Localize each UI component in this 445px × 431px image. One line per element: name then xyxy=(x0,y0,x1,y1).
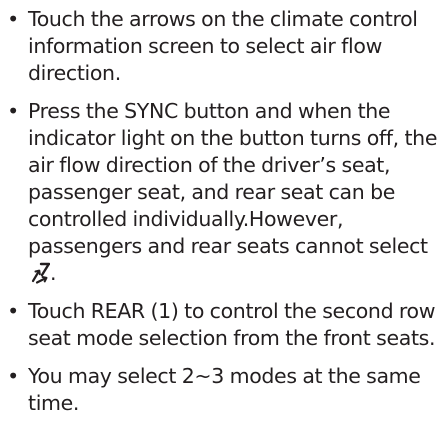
bullet-mark: • xyxy=(7,7,19,31)
instruction-item: • Touch the arrows on the climate contro… xyxy=(0,6,445,87)
instruction-suffix: . xyxy=(50,261,57,285)
instruction-item: • Press the SYNC button and when the ind… xyxy=(0,98,445,287)
bullet-mark: • xyxy=(7,99,19,123)
instruction-text: Press the SYNC button and when the indic… xyxy=(28,99,438,258)
bullet-mark: • xyxy=(7,299,19,323)
floor-windshield-airflow-icon xyxy=(30,262,51,284)
instruction-text: You may select 2~3 modes at the same tim… xyxy=(28,364,421,415)
document-page: • Touch the arrows on the climate contro… xyxy=(0,0,445,431)
bullet-mark: • xyxy=(7,364,19,388)
instruction-item: • Touch REAR (1) to control the second r… xyxy=(0,298,445,352)
instruction-item: • You may select 2~3 modes at the same t… xyxy=(0,363,445,417)
instruction-text: Touch the arrows on the climate control … xyxy=(28,7,418,85)
instruction-text: Touch REAR (1) to control the second row… xyxy=(28,299,436,350)
instruction-list: • Touch the arrows on the climate contro… xyxy=(0,6,445,417)
